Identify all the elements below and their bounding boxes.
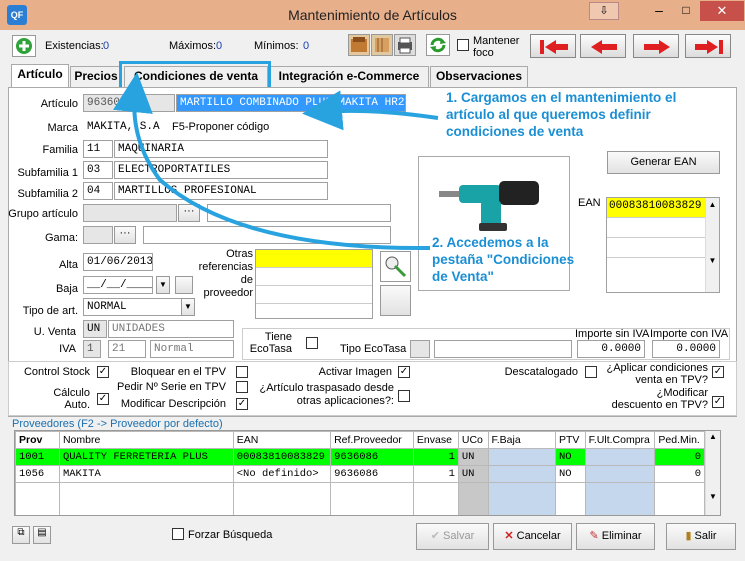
annotation-step1: 1. Cargamos en el mantenimiento el artíc…	[446, 90, 677, 139]
annotation-step2: 2. Accedemos a la pestaña "Condiciones d…	[432, 235, 575, 284]
arrow-to-article	[302, 90, 439, 131]
annotation-arrows	[113, 72, 439, 251]
main-window: QF Mantenimiento de Artículos ⇩ – □ ✕ Ex…	[0, 0, 745, 561]
arrow-to-tab	[113, 72, 431, 251]
